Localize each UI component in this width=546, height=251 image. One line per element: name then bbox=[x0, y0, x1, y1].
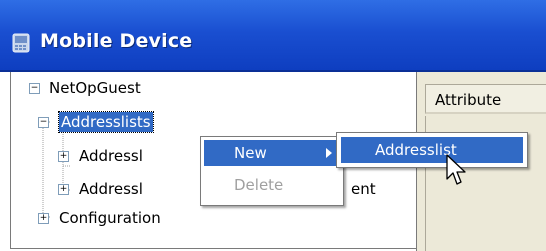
tree-item-configuration[interactable]: + Configuration bbox=[19, 206, 219, 228]
submenu: Addresslist bbox=[336, 132, 528, 168]
expand-icon[interactable]: + bbox=[58, 151, 69, 162]
submenu-arrow-icon bbox=[326, 148, 332, 158]
tree-item-label: Addressl bbox=[79, 180, 143, 198]
tree-item-label: Addresslists bbox=[58, 111, 154, 133]
tree-item-addresslist-2[interactable]: + Addressl bbox=[19, 178, 159, 200]
mobile-device-icon bbox=[12, 33, 30, 53]
context-menu: New Delete bbox=[200, 136, 344, 206]
menu-item-label: Delete bbox=[234, 176, 284, 194]
tree-item-addresslist-1[interactable]: + Addressl bbox=[19, 145, 159, 167]
collapse-icon[interactable]: − bbox=[29, 83, 40, 94]
tree-item-label-fragment: ent bbox=[351, 180, 376, 198]
tree-item-label: Configuration bbox=[59, 209, 161, 227]
column-header-attribute[interactable]: Attribute bbox=[425, 84, 546, 114]
menu-item-new[interactable]: New bbox=[204, 140, 340, 166]
window-title-bar[interactable]: Mobile Device bbox=[0, 0, 546, 72]
tree-item-label: Addressl bbox=[79, 147, 143, 165]
menu-item-delete[interactable]: Delete bbox=[204, 172, 340, 198]
tree-item-partial-text: ent bbox=[351, 179, 391, 201]
collapse-icon[interactable]: − bbox=[38, 117, 49, 128]
menu-item-label: Addresslist bbox=[375, 141, 457, 159]
tree-item-addresslists[interactable]: − Addresslists bbox=[19, 111, 219, 134]
menu-item-label: New bbox=[234, 144, 267, 162]
tree-item-root[interactable]: − NetOpGuest bbox=[19, 78, 219, 100]
expand-icon[interactable]: + bbox=[58, 184, 69, 195]
window-title: Mobile Device bbox=[40, 30, 193, 52]
menu-item-addresslist[interactable]: Addresslist bbox=[341, 137, 523, 163]
expand-icon[interactable]: + bbox=[38, 213, 49, 224]
mouse-cursor-icon bbox=[446, 154, 466, 185]
tree-item-label: NetOpGuest bbox=[49, 79, 141, 97]
